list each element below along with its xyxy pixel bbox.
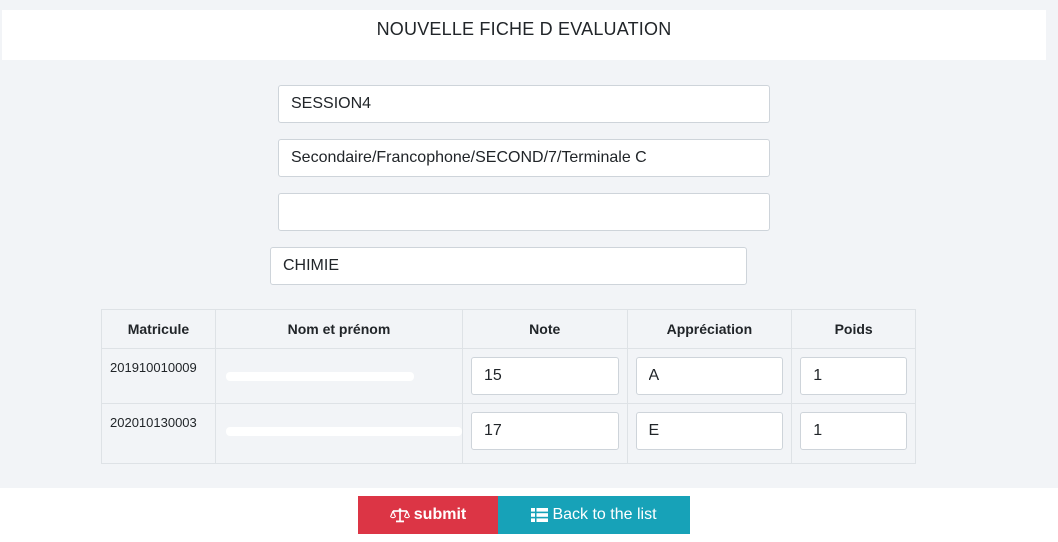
appreciation-cell (626, 403, 793, 464)
poids-cell (791, 348, 916, 404)
table-row: 201910010009 (101, 348, 916, 404)
nom-prenom-cell (214, 403, 463, 464)
classe-field[interactable] (278, 139, 770, 177)
empty-field[interactable] (278, 193, 770, 231)
back-to-list-button[interactable]: Back to the list (498, 496, 690, 534)
table-row: 202010130003 (101, 403, 916, 464)
note-input[interactable] (470, 357, 619, 395)
submit-label: submit (413, 506, 467, 523)
matricule-cell: 201910010009 (101, 348, 216, 404)
appreciation-cell (626, 348, 793, 404)
redacted-name (225, 372, 414, 381)
matiere-field[interactable] (270, 247, 747, 285)
poids-input[interactable] (800, 357, 907, 395)
redacted-name (225, 427, 462, 436)
col-nom-prenom: Nom et prénom (214, 309, 463, 349)
page-header: NOUVELLE FICHE D EVALUATION (2, 10, 1046, 60)
session-field[interactable] (278, 85, 770, 123)
nom-prenom-cell (214, 348, 463, 404)
evaluation-table: Matricule Nom et prénom Note Appréciatio… (101, 309, 916, 464)
page-title: NOUVELLE FICHE D EVALUATION (376, 19, 672, 39)
col-matricule: Matricule (101, 309, 216, 349)
note-cell (461, 348, 628, 404)
note-cell (461, 403, 628, 464)
appreciation-input[interactable] (635, 412, 784, 450)
table-header-row: Matricule Nom et prénom Note Appréciatio… (101, 309, 916, 349)
note-input[interactable] (470, 412, 619, 450)
col-poids: Poids (791, 309, 916, 349)
submit-button[interactable]: submit (358, 496, 498, 534)
poids-input[interactable] (800, 412, 907, 450)
poids-cell (791, 403, 916, 464)
list-icon (531, 508, 549, 522)
col-appreciation: Appréciation (626, 309, 793, 349)
back-label: Back to the list (552, 506, 657, 523)
balance-scale-icon (389, 507, 410, 523)
col-note: Note (461, 309, 628, 349)
appreciation-input[interactable] (635, 357, 784, 395)
matricule-cell: 202010130003 (101, 403, 216, 464)
